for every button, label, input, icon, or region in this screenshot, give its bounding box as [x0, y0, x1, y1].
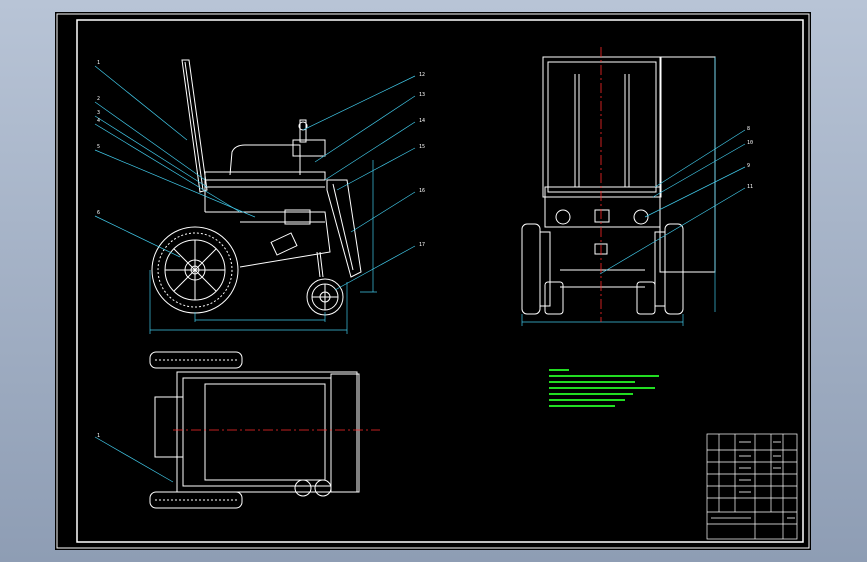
front-side-panel: [659, 56, 716, 273]
top-battery: [154, 396, 184, 458]
inner-border: [76, 19, 804, 543]
balloon-14: 14: [419, 118, 425, 124]
side-balloons: 1 2 3 4 5 6 12 13 14 15 16 17: [97, 60, 425, 248]
front-leaders: [599, 129, 746, 275]
footrest: [326, 179, 362, 278]
front-right-wheel: [664, 223, 684, 315]
cad-viewport[interactable]: 1 2 3 4 5 6 12 13 14 15 16 17 8 10 9 11 …: [0, 0, 867, 562]
controller-box: [292, 139, 326, 157]
balloon-6: 6: [97, 210, 100, 216]
rear-wheel: [151, 226, 239, 314]
balloon-12: 12: [419, 72, 425, 78]
seat: [204, 171, 326, 181]
balloon-5: 5: [97, 144, 100, 150]
balloon-top-1: 1: [97, 433, 100, 439]
balloon-16: 16: [419, 188, 425, 194]
front-view: [521, 47, 716, 326]
front-left-wheel: [521, 223, 541, 315]
front-balloons: 8 10 9 11: [747, 126, 753, 190]
top-view: [94, 351, 380, 509]
balloon-17: 17: [419, 242, 425, 248]
balloon-8: 8: [747, 126, 750, 132]
title-block: [706, 433, 798, 540]
top-seat: [204, 383, 326, 481]
balloon-13: 13: [419, 92, 425, 98]
outer-border: [56, 13, 810, 549]
balloon-15: 15: [419, 144, 425, 150]
side-view: [149, 59, 377, 334]
balloon-10: 10: [747, 140, 753, 146]
front-seat-frame: [544, 186, 661, 228]
balloon-3: 3: [97, 110, 100, 116]
motor: [270, 232, 298, 256]
side-leaders: [94, 65, 416, 291]
balloon-11: 11: [747, 184, 753, 190]
balloon-4: 4: [97, 118, 100, 124]
title-block-marks: [711, 441, 795, 519]
front-backrest: [542, 56, 662, 198]
drawing-canvas: 1 2 3 4 5 6 12 13 14 15 16 17 8 10 9 11 …: [56, 13, 810, 549]
balloon-9: 9: [747, 163, 750, 169]
balloon-2: 2: [97, 96, 100, 102]
armrest: [229, 144, 301, 176]
top-frame: [176, 371, 358, 493]
frame: [205, 211, 331, 268]
caster-wheel: [306, 278, 344, 316]
balloon-1: 1: [97, 60, 100, 66]
drawing-sheet: 1 2 3 4 5 6 12 13 14 15 16 17 8 10 9 11 …: [55, 12, 811, 550]
technical-notes: [549, 369, 659, 407]
